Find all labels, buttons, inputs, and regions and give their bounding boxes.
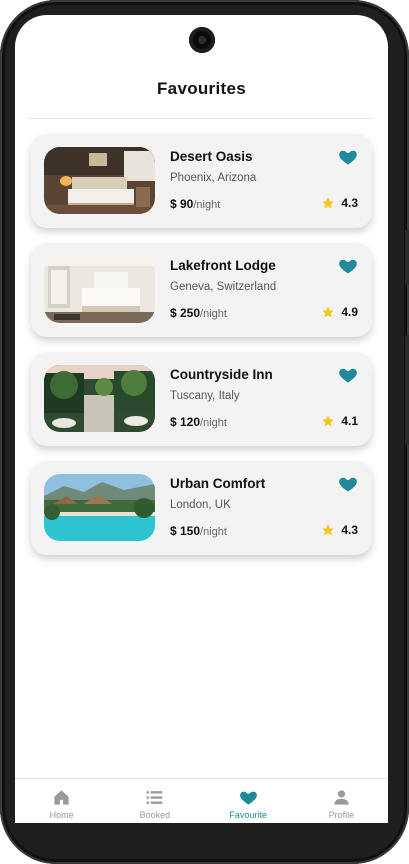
hotel-rating: 4.3: [321, 523, 358, 537]
front-camera: [189, 27, 215, 53]
star-icon: [322, 524, 335, 536]
heart-icon: [239, 791, 257, 805]
hotel-photo: [44, 365, 155, 432]
nav-item-home[interactable]: Home: [15, 779, 108, 823]
power-button: [405, 335, 409, 445]
rating-value: 4.9: [341, 305, 358, 319]
favourite-heart-icon[interactable]: [338, 365, 358, 385]
list-icon: [146, 791, 163, 804]
price-unit: /night: [193, 199, 221, 211]
nav-label: Profile: [328, 810, 355, 820]
nav-item-profile[interactable]: Profile: [295, 779, 388, 823]
hotel-price: $ 120/night: [170, 415, 227, 429]
hotel-rating: 4.9: [321, 305, 358, 319]
title-divider: [29, 118, 374, 119]
hotel-rating: 4.1: [321, 414, 358, 428]
hotel-price: $ 90/night: [170, 197, 220, 211]
hotel-name: Urban Comfort: [170, 476, 266, 491]
star-icon: [322, 415, 335, 427]
hotel-name: Lakefront Lodge: [170, 258, 276, 273]
price-unit: /night: [200, 417, 227, 429]
nav-item-booked[interactable]: Booked: [108, 779, 201, 823]
hotel-location: Phoenix, Arizona: [170, 172, 257, 184]
app-screen: Favourites Desert Oasis Phoenix, Arizona…: [15, 15, 388, 823]
price-amount: $ 120: [170, 415, 201, 429]
person-icon: [334, 790, 349, 805]
favourite-heart-icon[interactable]: [338, 147, 358, 167]
nav-label: Home: [49, 810, 74, 820]
home-icon: [54, 790, 69, 805]
favourite-heart-icon[interactable]: [338, 474, 358, 494]
price-amount: $ 250: [170, 306, 201, 320]
bottom-nav: Home Booked Favourite Profile: [15, 778, 388, 823]
hotel-price: $ 150/night: [170, 524, 227, 538]
rating-value: 4.1: [341, 414, 358, 428]
favourites-list: Desert Oasis Phoenix, Arizona $ 90/night…: [31, 134, 372, 570]
volume-button: [405, 230, 409, 285]
favourite-heart-icon[interactable]: [338, 256, 358, 276]
hotel-photo: [44, 147, 155, 214]
hotel-card[interactable]: Desert Oasis Phoenix, Arizona $ 90/night…: [31, 134, 372, 228]
hotel-card[interactable]: Lakefront Lodge Geneva, Switzerland $ 25…: [31, 243, 372, 337]
hotel-name: Countryside Inn: [170, 367, 273, 382]
hotel-location: London, UK: [170, 499, 231, 511]
hotel-card[interactable]: Countryside Inn Tuscany, Italy $ 120/nig…: [31, 352, 372, 446]
hotel-rating: 4.3: [321, 196, 358, 210]
price-unit: /night: [200, 526, 227, 538]
rating-value: 4.3: [341, 523, 358, 537]
rating-value: 4.3: [341, 196, 358, 210]
star-icon: [322, 197, 335, 209]
nav-label: Booked: [139, 810, 171, 820]
phone-frame: Favourites Desert Oasis Phoenix, Arizona…: [0, 0, 409, 864]
hotel-photo: [44, 474, 155, 541]
hotel-photo: [44, 256, 155, 323]
hotel-price: $ 250/night: [170, 306, 227, 320]
hotel-card[interactable]: Urban Comfort London, UK $ 150/night 4.3: [31, 461, 372, 555]
hotel-location: Geneva, Switzerland: [170, 281, 277, 293]
star-icon: [322, 306, 335, 318]
nav-label: Favourite: [229, 810, 267, 820]
nav-item-favourite[interactable]: Favourite: [202, 779, 295, 823]
price-amount: $ 150: [170, 524, 201, 538]
hotel-location: Tuscany, Italy: [170, 390, 240, 402]
page-title: Favourites: [157, 79, 246, 98]
price-amount: $ 90: [170, 197, 194, 211]
price-unit: /night: [200, 308, 227, 320]
hotel-name: Desert Oasis: [170, 149, 253, 164]
